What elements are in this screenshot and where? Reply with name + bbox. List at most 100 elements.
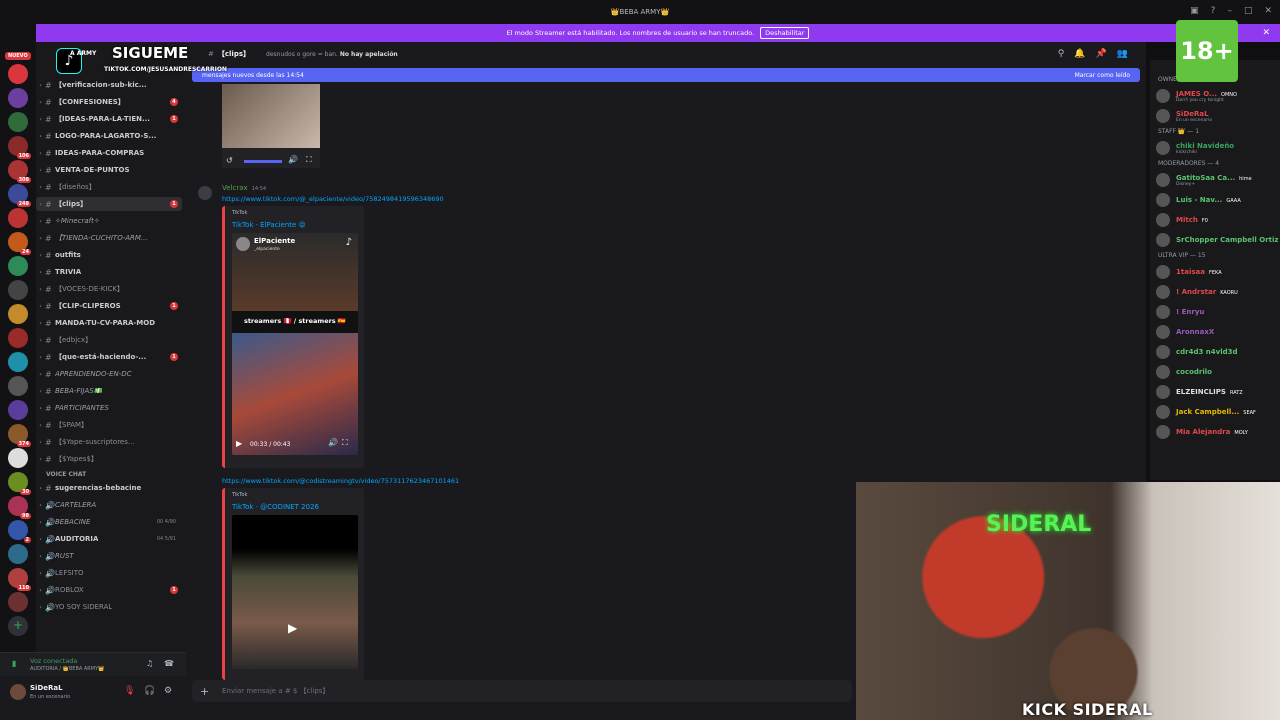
server-icon[interactable]: 106	[8, 136, 31, 159]
fullscreen-icon[interactable]: ⛶	[306, 155, 312, 165]
channel-item[interactable]: › # 【$Yapes$】	[36, 452, 182, 466]
member-item[interactable]: chiki Navideño kick/chiki	[1156, 140, 1276, 156]
member-item[interactable]: ! Andrstar KAORU	[1156, 284, 1276, 300]
channel-item[interactable]: › # VENTA-DE-PUNTOS	[36, 163, 182, 177]
server-icon[interactable]: 24	[8, 232, 31, 255]
channel-item[interactable]: › # 【clips】 1	[36, 197, 182, 211]
message-input[interactable]: + Enviar mensaje a # $ 【clips】	[192, 680, 852, 702]
channel-item[interactable]: › # 【IDEAS-PARA-LA-TIEN... 1	[36, 112, 182, 126]
member-item[interactable]: ELZEINCLIPS RATZ	[1156, 384, 1276, 400]
server-icon[interactable]	[8, 400, 28, 420]
channel-item[interactable]: › 🔊 BEBACINE 00 4/90	[36, 515, 182, 529]
play-icon[interactable]: ▶	[236, 439, 242, 448]
help-icon[interactable]: ?	[1211, 6, 1216, 16]
channel-item[interactable]: › 🔊 ROBLOX 1	[36, 583, 182, 597]
server-icon[interactable]	[8, 280, 28, 300]
add-server-icon[interactable]: +	[8, 616, 28, 636]
avatar[interactable]	[10, 684, 26, 700]
message-link[interactable]: https://www.tiktok.com/@codistreamingtv/…	[222, 477, 459, 485]
video-thumbnail[interactable]: ▶	[232, 515, 358, 669]
member-item[interactable]: SiDeRaL En un escenario	[1156, 108, 1276, 124]
add-attachment-icon[interactable]: +	[200, 685, 209, 698]
channel-item[interactable]: › # APRENDIENDO-EN-DC	[36, 367, 182, 381]
member-item[interactable]: cdr4d3 n4vld3d	[1156, 344, 1276, 360]
channel-item[interactable]: › # PARTICIPANTES	[36, 401, 182, 415]
minimize-icon[interactable]: –	[1227, 6, 1232, 16]
channel-item[interactable]: › # sugerencias-bebacine	[36, 481, 182, 495]
disable-button[interactable]: Deshabilitar	[760, 27, 810, 39]
server-icon[interactable]	[8, 376, 28, 396]
inbox-icon[interactable]: ▣	[1190, 6, 1199, 16]
volume-icon[interactable]: 🔊	[328, 438, 338, 447]
channel-item[interactable]: › 🔊 LEFSITO	[36, 566, 182, 580]
channel-item[interactable]: › # 【edbjcx】	[36, 333, 182, 347]
server-icon[interactable]	[8, 256, 28, 276]
channel-item[interactable]: › 🔊 CARTELERA	[36, 498, 182, 512]
channel-item[interactable]: › 🔊 RUST	[36, 549, 182, 563]
mute-icon[interactable]: 🎙	[124, 686, 135, 696]
member-item[interactable]: SrChopper Campbell Ortiz	[1156, 232, 1278, 248]
video-thumbnail[interactable]: ElPaciente _elpaciente ♪ streamers 🇵🇪 / …	[232, 233, 358, 455]
channel-item[interactable]: › # 【que-está-haciendo-... 1	[36, 350, 182, 364]
new-messages-bar[interactable]: mensajes nuevos desde las 14:54 Marcar c…	[192, 68, 1140, 82]
channel-item[interactable]: › # BEBA-FIJAS💵	[36, 384, 182, 398]
member-item[interactable]: 1taisaa FEKA	[1156, 264, 1276, 280]
channel-item[interactable]: › # TRIVIA	[36, 265, 182, 279]
replay-icon[interactable]: ↺	[226, 156, 233, 165]
member-item[interactable]: Mia Alejandra MOLY	[1156, 424, 1276, 440]
member-item[interactable]: Mitch F0	[1156, 212, 1276, 228]
member-item[interactable]: Jack Campbell... SEAF	[1156, 404, 1276, 420]
member-item[interactable]: cocodrilo	[1156, 364, 1276, 380]
server-icon[interactable]	[8, 208, 28, 228]
message-author[interactable]: Velcrax 14:54	[222, 184, 266, 192]
fullscreen-icon[interactable]: ⛶	[342, 438, 348, 448]
server-icon[interactable]: 30	[8, 472, 31, 495]
mark-read-button[interactable]: Marcar como leído	[1075, 72, 1130, 79]
server-icon[interactable]: 110	[8, 568, 31, 591]
channel-item[interactable]: › # 【VOCES-DE-KICK】	[36, 282, 182, 296]
channel-item[interactable]: › 🔊 YO SOY SIDERAL	[36, 600, 182, 614]
volume-icon[interactable]: 🔊	[288, 155, 298, 164]
previous-video-embed[interactable]: ↺ 🔊 ⛶	[222, 84, 320, 168]
channel-item[interactable]: › # LOGO-PARA-LAGARTO-S...	[36, 129, 182, 143]
channel-item[interactable]: › # 【SPAM】	[36, 418, 182, 432]
message-link[interactable]: https://www.tiktok.com/@_elpaciente/vide…	[222, 195, 444, 203]
close-icon[interactable]: ✕	[1262, 28, 1270, 38]
channel-item[interactable]: › # outfits	[36, 248, 182, 262]
channel-item[interactable]: › # MANDA-TU-CV-PARA-MOD	[36, 316, 182, 330]
server-icon[interactable]	[8, 304, 28, 324]
play-icon[interactable]: ▶	[288, 621, 297, 635]
channel-item[interactable]: › # 【diseños】	[36, 180, 182, 194]
server-icon[interactable]	[8, 88, 28, 108]
member-item[interactable]: JAMES O... OMNO Don't you cry tonight	[1156, 88, 1276, 104]
server-icon[interactable]: 308	[8, 160, 31, 183]
disconnect-icon[interactable]: ☎	[164, 659, 174, 668]
header-toolbar-icons[interactable]: ⚲🔔📌👥	[1058, 49, 1138, 59]
member-item[interactable]: GatitoSaa Ca... hime Disney+	[1156, 172, 1276, 188]
server-icon[interactable]: 2	[8, 520, 31, 543]
deafen-icon[interactable]: 🎧	[144, 686, 155, 696]
member-item[interactable]: ! Enryu	[1156, 304, 1276, 320]
embed-title[interactable]: TikTok · @CODINET 2026	[225, 498, 364, 515]
maximize-icon[interactable]: □	[1244, 6, 1253, 16]
channel-item[interactable]: › # 【CONFESIONES】 4	[36, 95, 182, 109]
channel-item[interactable]: › # ✧Minecraft✧	[36, 214, 182, 228]
server-icon[interactable]	[8, 328, 28, 348]
server-icon[interactable]	[8, 592, 28, 612]
channel-item[interactable]: › # 【$Yape-suscriptores...	[36, 435, 182, 449]
channel-item[interactable]: › # IDEAS-PARA-COMPRAS	[36, 146, 182, 160]
server-icon[interactable]: 374	[8, 424, 31, 447]
settings-gear-icon[interactable]: ⚙	[164, 686, 172, 696]
video-progress[interactable]	[244, 160, 282, 163]
server-icon[interactable]	[8, 112, 28, 132]
server-icon[interactable]	[8, 448, 28, 468]
server-icon[interactable]: 98	[8, 496, 31, 519]
soundboard-icon[interactable]: ♫	[146, 659, 153, 668]
close-icon[interactable]: ✕	[1264, 6, 1272, 16]
channel-item[interactable]: › # 【TIENDA-CUCHITO-ARM...	[36, 231, 182, 245]
server-icon[interactable]	[8, 352, 28, 372]
avatar[interactable]	[198, 186, 212, 200]
server-icon[interactable]	[8, 64, 28, 84]
server-icon[interactable]	[8, 544, 28, 564]
channel-item[interactable]: › # 【CLIP-CLIPEROS 1	[36, 299, 182, 313]
